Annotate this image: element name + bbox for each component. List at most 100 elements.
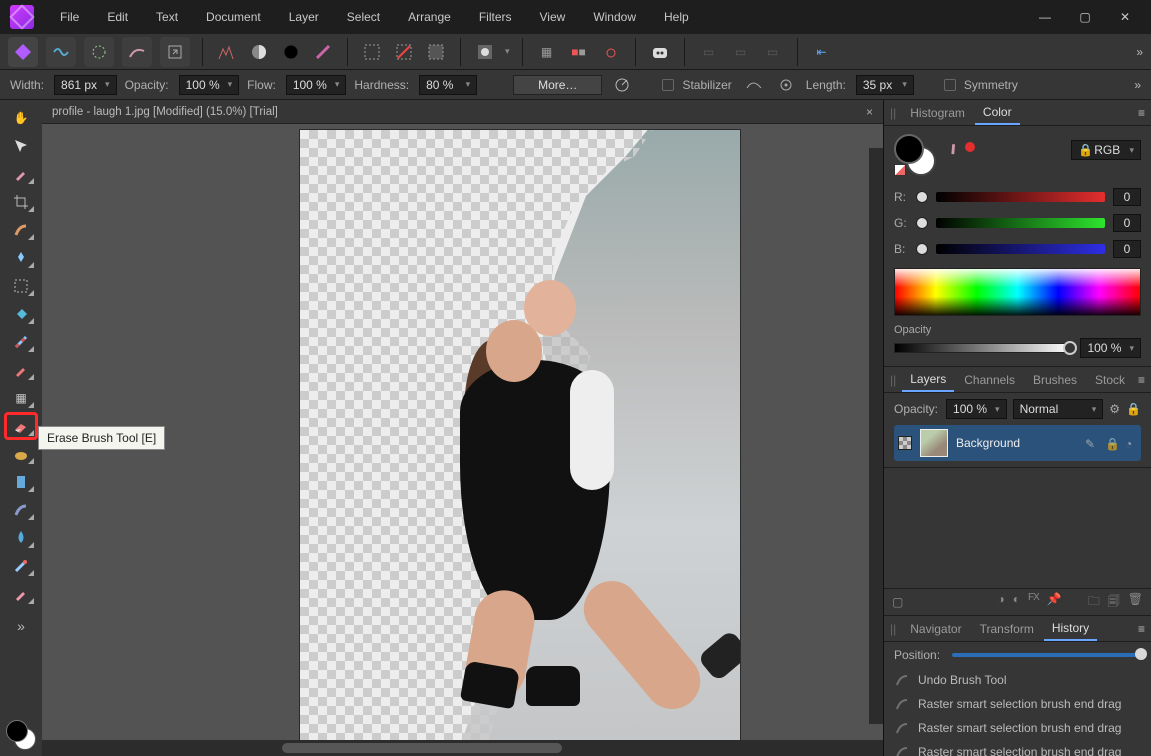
viewport[interactable] <box>42 124 883 740</box>
quickmask-caret[interactable]: ▾ <box>505 46 510 57</box>
document-tab[interactable]: profile - laugh 1.jpg [Modified] (15.0%)… <box>52 106 278 118</box>
gradient-tool[interactable] <box>6 330 36 354</box>
adjustment-icon[interactable]: ◐ <box>1013 592 1020 613</box>
persona-tonemap[interactable] <box>122 37 152 67</box>
blend-mode-select[interactable]: Normal▾ <box>1013 399 1104 419</box>
opacity-field[interactable]: 100 %▾ <box>179 75 240 95</box>
lock-layer-icon[interactable]: 🔒 <box>1126 402 1141 416</box>
tab-transform[interactable]: Transform <box>972 618 1042 640</box>
history-slider[interactable] <box>952 653 1141 657</box>
tab-color[interactable]: Color <box>975 101 1020 125</box>
color-picker-tool[interactable] <box>6 162 36 186</box>
add-layer-icon[interactable]: ▢ <box>892 595 903 609</box>
layer-mask-icon[interactable]: ◔ <box>1125 437 1137 449</box>
stabilizer-check[interactable] <box>662 79 674 91</box>
opacity-value-field[interactable]: 100 %▾ <box>1080 338 1141 358</box>
inpaint-tool[interactable] <box>6 470 36 494</box>
paint-brush-tool[interactable] <box>6 358 36 382</box>
persona-develop[interactable] <box>84 37 114 67</box>
menu-filters[interactable]: Filters <box>465 0 526 34</box>
erase-brush-tool[interactable] <box>6 414 36 438</box>
document-close[interactable]: × <box>866 105 873 119</box>
retouch-tool[interactable] <box>6 554 36 578</box>
panel-fgbg-swatch[interactable] <box>894 134 936 176</box>
history-item[interactable]: Raster smart selection brush end drag <box>884 740 1151 756</box>
trash-icon[interactable]: 🗑 <box>1128 592 1143 613</box>
opacity-slider[interactable] <box>894 343 1072 353</box>
menu-layer[interactable]: Layer <box>275 0 333 34</box>
history-item[interactable]: Raster smart selection brush end drag <box>884 716 1151 740</box>
vertical-scrollbar[interactable] <box>869 148 883 724</box>
pixel-tool[interactable]: ▦ <box>6 386 36 410</box>
menu-window[interactable]: Window <box>579 0 650 34</box>
snap-bounds-icon[interactable]: ▦ <box>535 40 559 64</box>
fg-bg-swatch[interactable] <box>6 720 36 750</box>
quickmask-icon[interactable] <box>473 40 497 64</box>
tab-navigator[interactable]: Navigator <box>902 618 969 640</box>
window-maximize[interactable]: ▢ <box>1073 5 1097 29</box>
blur-tool[interactable] <box>6 526 36 550</box>
persona-photo[interactable] <box>8 37 38 67</box>
color-model-select[interactable]: 🔒 RGB▾ <box>1071 140 1141 160</box>
stabilizer-rope-icon[interactable] <box>742 73 766 97</box>
flow-field[interactable]: 100 %▾ <box>286 75 347 95</box>
stabilizer-window-icon[interactable] <box>774 73 798 97</box>
length-field[interactable]: 35 px▾ <box>856 75 914 95</box>
menu-help[interactable]: Help <box>650 0 703 34</box>
menu-arrange[interactable]: Arrange <box>394 0 465 34</box>
crop-tool[interactable] <box>6 190 36 214</box>
history-panel-menu[interactable]: ≡ <box>1138 622 1145 636</box>
pressure-icon[interactable] <box>610 73 634 97</box>
eyedropper-icon[interactable] <box>942 137 962 157</box>
snap-pixel-icon[interactable]: ■■ <box>567 40 591 64</box>
tool-autowhite-icon[interactable] <box>311 40 335 64</box>
tool-overflow[interactable]: » <box>6 614 36 638</box>
align-icon[interactable]: ⇤ <box>810 40 834 64</box>
mask-icon[interactable]: ◑ <box>998 592 1005 613</box>
history-item[interactable]: Raster smart selection brush end drag <box>884 692 1151 716</box>
fx-icon[interactable]: FX <box>1028 592 1039 613</box>
menu-file[interactable]: File <box>46 0 93 34</box>
window-close[interactable]: ✕ <box>1113 5 1137 29</box>
tab-histogram[interactable]: Histogram <box>902 102 973 124</box>
layer-lock-icon[interactable]: 🔒 <box>1105 437 1117 449</box>
color-panel-menu[interactable]: ≡ <box>1138 106 1145 120</box>
tool-autolevels-icon[interactable] <box>215 40 239 64</box>
b-slider[interactable]: B:0 <box>894 240 1141 258</box>
hardness-field[interactable]: 80 %▾ <box>419 75 477 95</box>
tab-brushes[interactable]: Brushes <box>1025 369 1085 391</box>
tab-history[interactable]: History <box>1044 617 1097 641</box>
r-slider[interactable]: R:0 <box>894 188 1141 206</box>
hand-tool[interactable]: ✋ <box>6 106 36 130</box>
marquee-tool[interactable] <box>6 274 36 298</box>
menu-text[interactable]: Text <box>142 0 192 34</box>
tab-stock[interactable]: Stock <box>1087 369 1133 391</box>
color-spectrum[interactable] <box>894 268 1141 316</box>
tool-autocolor-icon[interactable] <box>279 40 303 64</box>
snap-toggle-icon[interactable] <box>599 40 623 64</box>
color-chip[interactable] <box>965 142 975 152</box>
group-icon[interactable]: 🗀 <box>1088 592 1100 613</box>
g-slider[interactable]: G:0 <box>894 214 1141 232</box>
sel-new-icon[interactable] <box>360 40 384 64</box>
menu-edit[interactable]: Edit <box>93 0 142 34</box>
dodge-tool[interactable] <box>6 498 36 522</box>
layer-row-background[interactable]: Background ✎ 🔒 ◔ <box>894 425 1141 461</box>
toolbar-overflow[interactable]: » <box>1136 45 1143 59</box>
move-tool[interactable] <box>6 134 36 158</box>
assistant-icon[interactable] <box>648 40 672 64</box>
menu-select[interactable]: Select <box>333 0 394 34</box>
pin-icon[interactable]: 📌 <box>1047 592 1062 613</box>
tab-layers[interactable]: Layers <box>902 368 954 392</box>
window-minimize[interactable]: — <box>1033 5 1057 29</box>
pen-tool[interactable] <box>6 582 36 606</box>
history-item[interactable]: Undo Brush Tool <box>884 668 1151 692</box>
tab-channels[interactable]: Channels <box>956 369 1023 391</box>
width-field[interactable]: 861 px▾ <box>54 75 117 95</box>
persona-liquify[interactable] <box>46 37 76 67</box>
sel-invert-icon[interactable] <box>424 40 448 64</box>
gear-icon[interactable]: ⚙ <box>1109 402 1120 416</box>
symmetry-check[interactable] <box>944 79 956 91</box>
tool-autocontrast-icon[interactable] <box>247 40 271 64</box>
flood-fill-tool[interactable] <box>6 302 36 326</box>
